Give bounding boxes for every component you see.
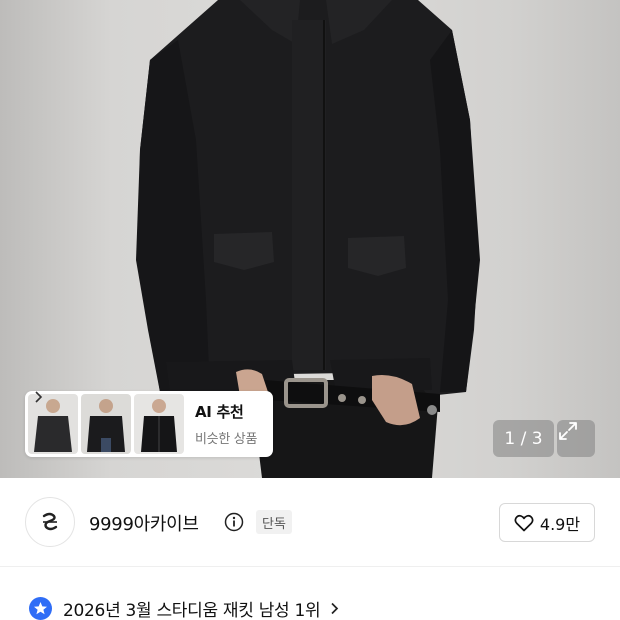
- divider: [0, 566, 620, 567]
- ranking-link[interactable]: 2026년 3월 스타디움 재킷 남성 1위: [29, 594, 339, 620]
- brand-logo[interactable]: [25, 497, 75, 547]
- star-badge-icon: [29, 596, 52, 620]
- info-icon[interactable]: [224, 512, 244, 532]
- brand-row: 9999아카이브 단독 4.9만: [0, 478, 620, 566]
- ai-recommend-title: AI 추천: [195, 403, 244, 421]
- similar-item-thumbnail[interactable]: [134, 394, 184, 454]
- similar-item-thumbnail[interactable]: [81, 394, 131, 454]
- product-image-carousel[interactable]: AI 추천 비슷한 상품 1 / 3: [0, 0, 620, 478]
- expand-icon: [559, 422, 577, 440]
- brand-name[interactable]: 9999아카이브: [89, 510, 199, 536]
- heart-icon: [514, 514, 534, 531]
- ranking-text: 2026년 3월 스타디움 재킷 남성 1위: [63, 600, 321, 620]
- ai-recommend-card[interactable]: AI 추천 비슷한 상품: [25, 391, 273, 457]
- like-count: 4.9만: [539, 514, 581, 534]
- chevron-right-icon: [331, 602, 339, 614]
- like-button[interactable]: 4.9만: [499, 503, 595, 542]
- chevron-right-icon: [35, 391, 43, 403]
- page-indicator: 1 / 3: [493, 420, 554, 457]
- expand-image-button[interactable]: [557, 420, 595, 457]
- exclusive-badge: 단독: [256, 510, 292, 534]
- similar-item-thumbnail[interactable]: [28, 394, 78, 454]
- ai-recommend-subtitle: 비슷한 상품: [195, 432, 258, 447]
- brand-logo-icon: [42, 512, 58, 531]
